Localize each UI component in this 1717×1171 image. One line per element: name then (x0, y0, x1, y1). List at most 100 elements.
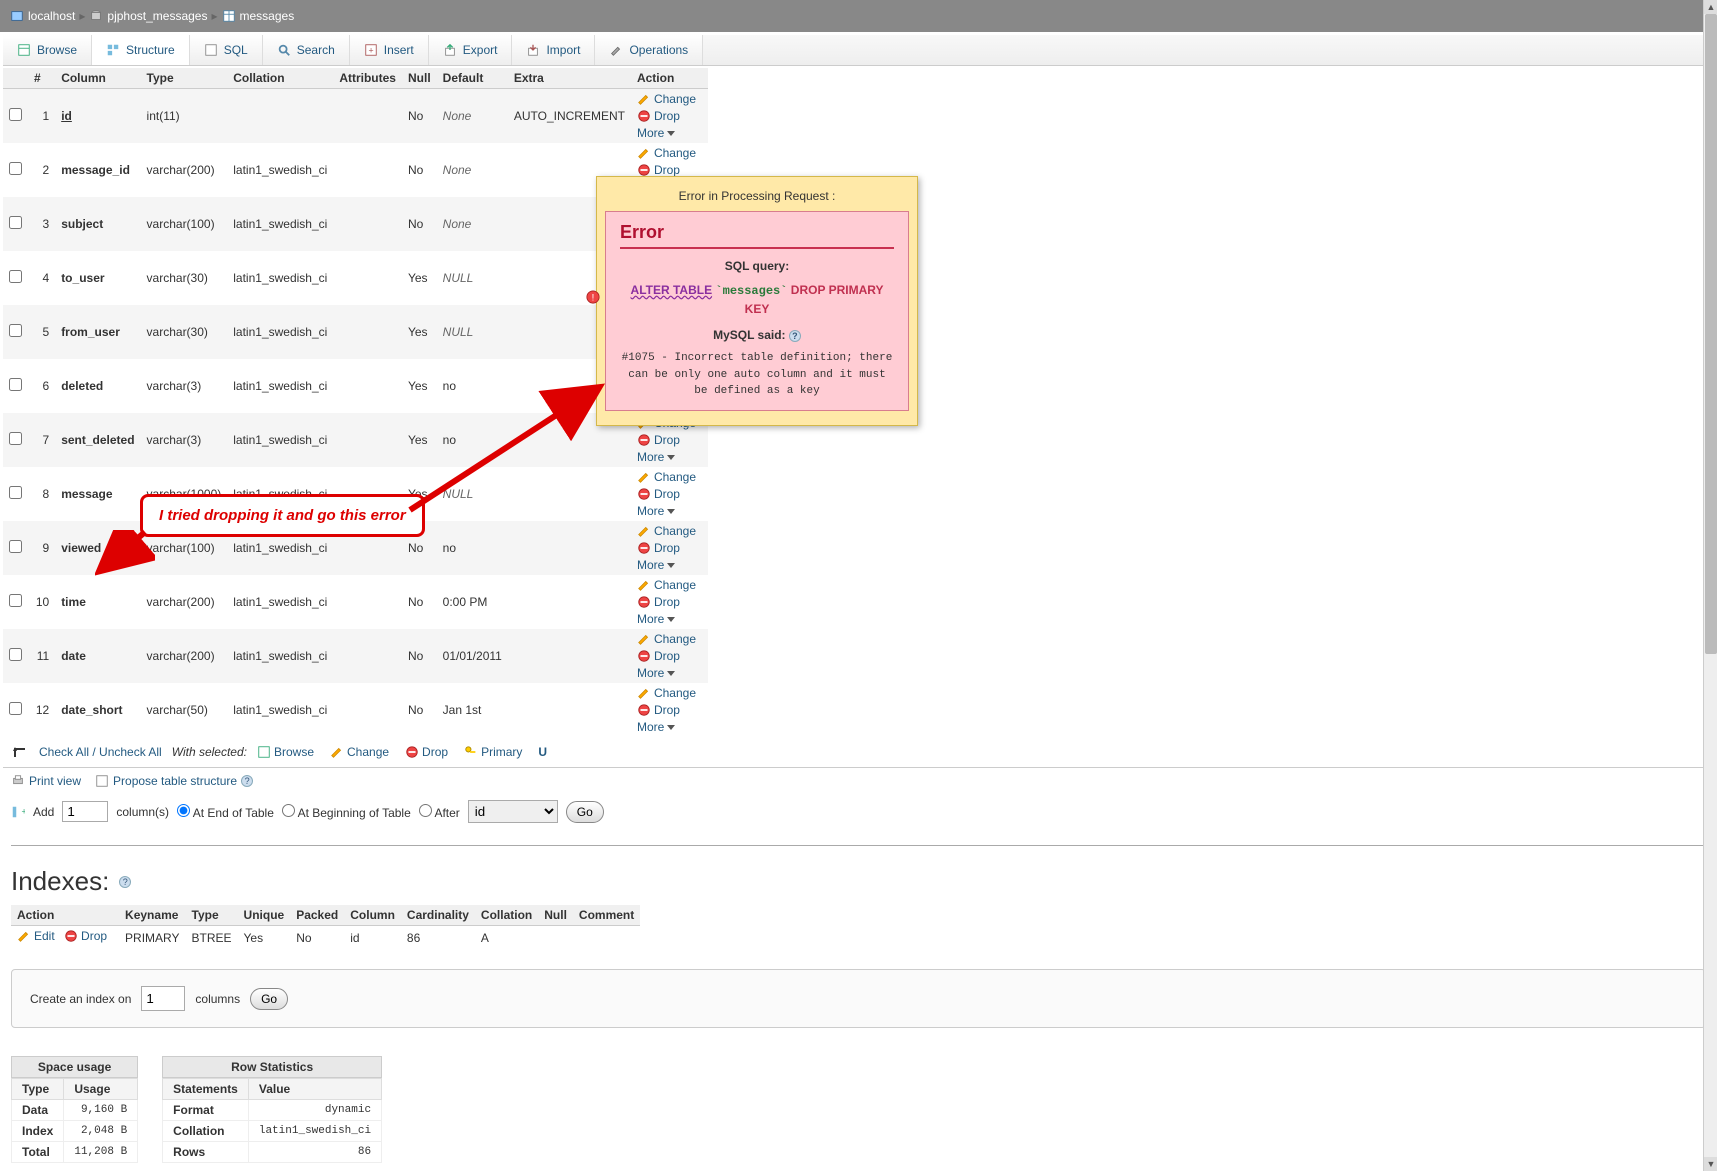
print-row: Print view Propose table structure ? (3, 768, 1714, 794)
create-index-count[interactable] (141, 986, 185, 1011)
help-icon[interactable]: ? (241, 775, 253, 787)
col-attributes (333, 143, 402, 197)
col-actions: Change Drop More (631, 629, 708, 683)
tab-browse[interactable]: Browse (3, 35, 92, 65)
index-edit-link[interactable]: Edit (17, 929, 55, 943)
row-checkbox[interactable] (9, 540, 22, 553)
bulk-drop[interactable]: Drop (405, 745, 448, 759)
tab-operations[interactable]: Operations (595, 35, 703, 65)
drop-link[interactable]: Drop (637, 649, 680, 663)
space-type: Data (12, 1100, 64, 1121)
drop-icon (637, 433, 651, 447)
row-checkbox[interactable] (9, 648, 22, 661)
change-link[interactable]: Change (637, 470, 696, 484)
radio-at-end[interactable]: At End of Table (177, 804, 274, 820)
breadcrumb-db[interactable]: pjphost_messages (107, 9, 207, 23)
vertical-scrollbar[interactable]: ▲ ▼ (1703, 0, 1717, 1171)
add-count-input[interactable] (62, 801, 108, 822)
after-column-select[interactable]: id (468, 800, 558, 823)
idx-cardinality: 86 (401, 926, 475, 950)
col-type: varchar(3) (141, 413, 228, 467)
row-checkbox[interactable] (9, 162, 22, 175)
tab-structure[interactable]: Structure (92, 35, 190, 65)
tab-export[interactable]: Export (429, 35, 513, 65)
error-icon: ! (586, 290, 600, 304)
drop-link[interactable]: Drop (637, 595, 680, 609)
drop-link[interactable]: Drop (637, 109, 680, 123)
idx-th-comment: Comment (573, 905, 640, 926)
more-link[interactable]: More (637, 450, 675, 464)
tab-search[interactable]: Search (263, 35, 350, 65)
bulk-unique-partial[interactable]: U (538, 745, 547, 759)
idx-th-type: Type (186, 905, 238, 926)
row-checkbox[interactable] (9, 432, 22, 445)
scroll-thumb[interactable] (1705, 14, 1717, 654)
stat-value: dynamic (248, 1100, 381, 1121)
more-link[interactable]: More (637, 666, 675, 680)
breadcrumb-table[interactable]: messages (240, 9, 295, 23)
row-checkbox[interactable] (9, 270, 22, 283)
change-link[interactable]: Change (637, 578, 696, 592)
sql-icon (204, 43, 218, 57)
tab-insert[interactable]: +Insert (350, 35, 429, 65)
row-checkbox[interactable] (9, 108, 22, 121)
col-num: 3 (28, 197, 55, 251)
table-icon (222, 9, 236, 23)
row-checkbox[interactable] (9, 378, 22, 391)
rowstats-caption: Row Statistics (162, 1056, 382, 1078)
row-checkbox[interactable] (9, 594, 22, 607)
drop-link[interactable]: Drop (637, 703, 680, 717)
tab-sql[interactable]: SQL (190, 35, 263, 65)
bulk-change[interactable]: Change (330, 745, 389, 759)
row-checkbox[interactable] (9, 324, 22, 337)
propose-structure-link[interactable]: Propose table structure ? (95, 774, 253, 788)
pencil-icon (637, 470, 651, 484)
scroll-down-button[interactable]: ▼ (1704, 1157, 1717, 1171)
drop-link[interactable]: Drop (637, 163, 680, 177)
browse-icon (17, 43, 31, 57)
breadcrumb-server[interactable]: localhost (28, 9, 75, 23)
change-link[interactable]: Change (637, 146, 696, 160)
col-default: 0:00 PM (437, 575, 508, 629)
row-checkbox[interactable] (9, 486, 22, 499)
sql-query-text: ALTER TABLE `messages` DROP PRIMARY KEY (620, 281, 894, 318)
row-checkbox[interactable] (9, 702, 22, 715)
add-go-button[interactable]: Go (566, 801, 604, 823)
col-type: varchar(200) (141, 575, 228, 629)
change-link[interactable]: Change (637, 524, 696, 538)
more-link[interactable]: More (637, 558, 675, 572)
add-label: Add (33, 805, 54, 819)
scroll-up-button[interactable]: ▲ (1704, 0, 1717, 14)
print-view-link[interactable]: Print view (11, 774, 81, 788)
col-collation: latin1_swedish_ci (227, 629, 333, 683)
bulk-browse[interactable]: Browse (257, 745, 314, 759)
export-icon (443, 43, 457, 57)
index-drop-link[interactable]: Drop (64, 929, 107, 943)
create-index-go[interactable]: Go (250, 988, 288, 1010)
drop-link[interactable]: Drop (637, 433, 680, 447)
row-checkbox[interactable] (9, 216, 22, 229)
error-popup: Error in Processing Request : ! Error SQ… (596, 176, 918, 426)
col-default: None (437, 197, 508, 251)
annotation-arrow-to-drop (95, 530, 155, 580)
drop-link[interactable]: Drop (637, 487, 680, 501)
check-all-link[interactable]: Check All / Uncheck All (39, 745, 162, 759)
change-link[interactable]: Change (637, 92, 696, 106)
radio-at-begin[interactable]: At Beginning of Table (282, 804, 411, 820)
help-icon[interactable]: ? (789, 330, 801, 342)
stat-value: 86 (248, 1142, 381, 1163)
bulk-primary[interactable]: Primary (464, 745, 522, 759)
tab-import[interactable]: Import (512, 35, 595, 65)
change-link[interactable]: Change (637, 632, 696, 646)
table-row: 12date_shortvarchar(50)latin1_swedish_ci… (3, 683, 708, 737)
more-link[interactable]: More (637, 126, 675, 140)
drop-link[interactable]: Drop (637, 541, 680, 555)
change-link[interactable]: Change (637, 686, 696, 700)
help-icon[interactable]: ? (119, 876, 131, 888)
col-num: 11 (28, 629, 55, 683)
more-link[interactable]: More (637, 504, 675, 518)
more-link[interactable]: More (637, 720, 675, 734)
radio-after[interactable]: After (419, 804, 460, 820)
col-num: 4 (28, 251, 55, 305)
more-link[interactable]: More (637, 612, 675, 626)
